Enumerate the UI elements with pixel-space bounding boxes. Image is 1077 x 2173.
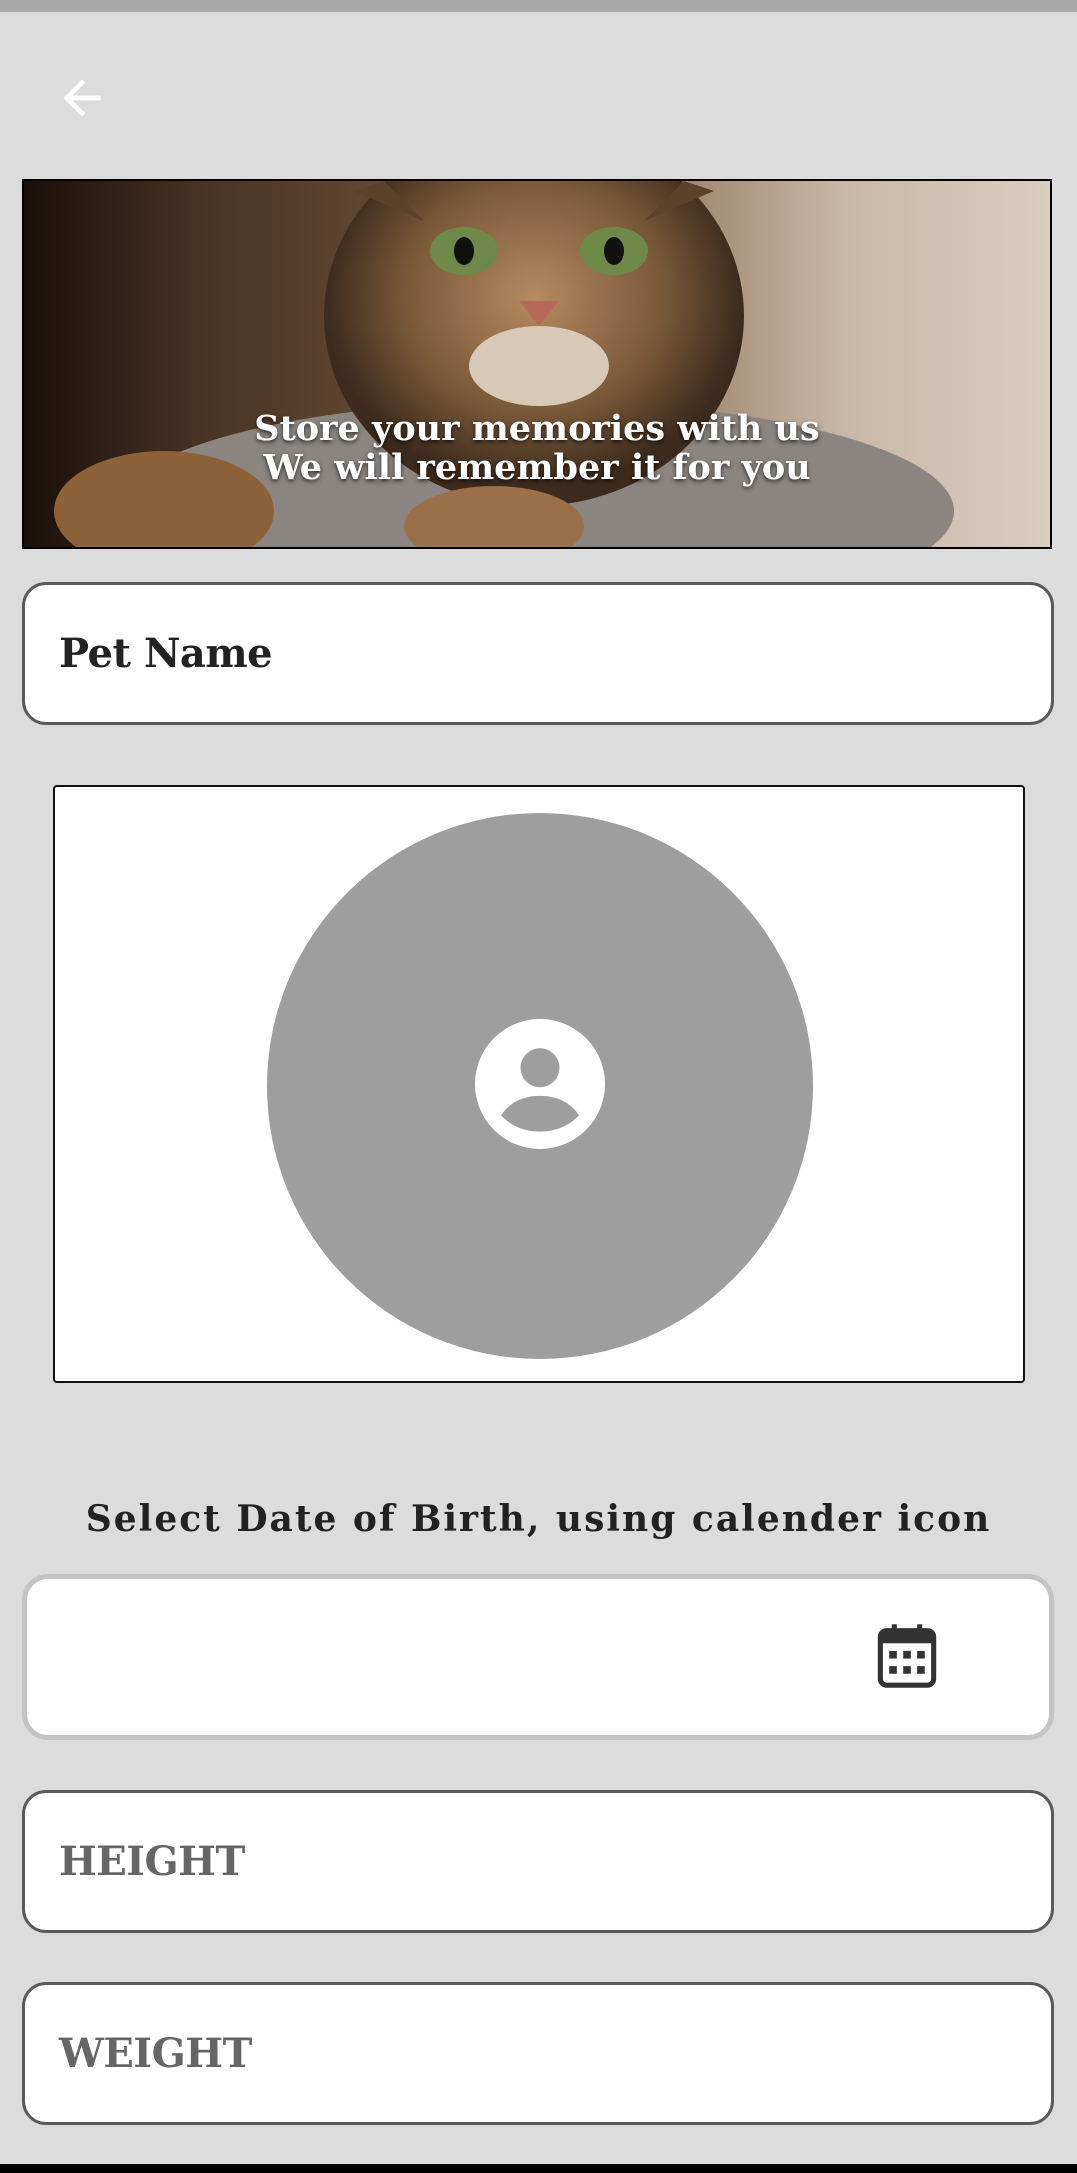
dob-instruction: Select Date of Birth, using calender ico…: [85, 1498, 992, 1540]
banner-line-2: We will remember it for you: [263, 447, 811, 488]
calendar-icon: [876, 1623, 938, 1693]
cat-photo: [24, 181, 1050, 547]
status-bar: [0, 0, 1077, 12]
height-label: HEIGHT: [59, 1838, 245, 1885]
weight-input[interactable]: WEIGHT: [22, 1982, 1054, 2125]
header-banner: Store your memories with us We will reme…: [22, 179, 1052, 549]
back-button[interactable]: [40, 58, 124, 142]
navigation-bar: [0, 2164, 1077, 2173]
dob-input[interactable]: [22, 1574, 1054, 1740]
pet-name-input[interactable]: Pet Name: [22, 582, 1054, 725]
arrow-left-icon: [54, 70, 110, 130]
pet-name-label: Pet Name: [59, 630, 273, 677]
weight-label: WEIGHT: [59, 2030, 252, 2077]
avatar-placeholder[interactable]: [267, 813, 813, 1359]
banner-line-1: Store your memories with us: [254, 408, 820, 449]
pet-photo-picker[interactable]: [53, 785, 1025, 1383]
calendar-button[interactable]: [872, 1623, 942, 1693]
banner-text: Store your memories with us We will reme…: [24, 409, 1050, 487]
account-circle-icon: [475, 1019, 605, 1153]
height-input[interactable]: HEIGHT: [22, 1790, 1054, 1933]
